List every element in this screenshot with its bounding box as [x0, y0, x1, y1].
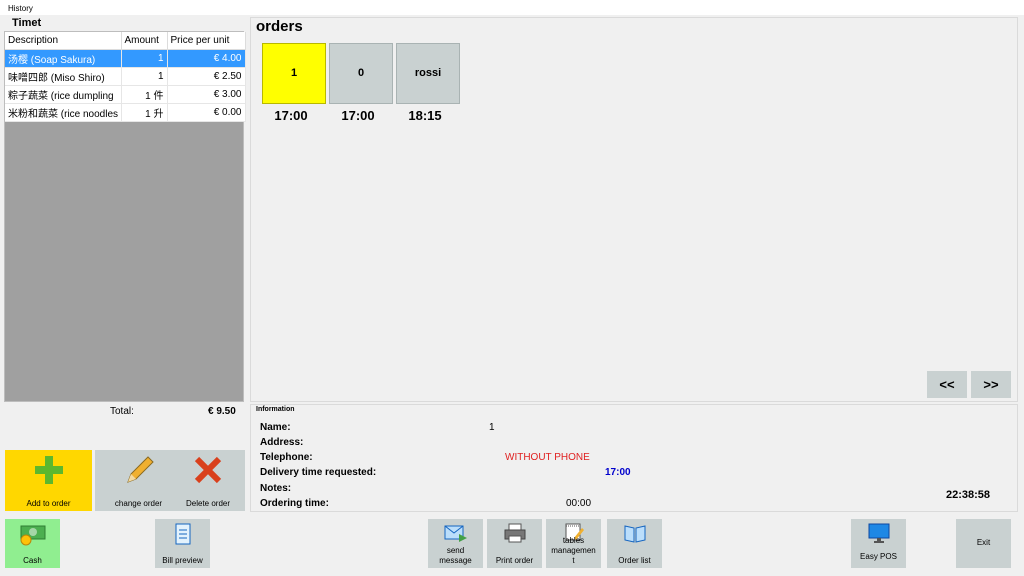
order-items-grid[interactable]: Description Amount Price per unit 汤樱 (So… [4, 31, 246, 402]
previous-page-button[interactable]: << [927, 371, 967, 398]
printer-icon [487, 522, 542, 550]
total-value: € 9.50 [208, 406, 236, 417]
ordering-time-label: Ordering time: [260, 498, 329, 509]
cash-button[interactable]: Cash [5, 519, 60, 568]
order-tile[interactable]: 0 [329, 43, 393, 104]
order-tile-time: 17:00 [341, 108, 375, 123]
column-header-description[interactable]: Description [5, 32, 122, 50]
monitor-icon [851, 522, 906, 550]
cell-description: 汤樱 (Soap Sakura) [5, 49, 122, 68]
address-label: Address: [260, 437, 304, 448]
delete-order-label: Delete order [185, 499, 231, 508]
cell-amount: 1 [121, 67, 168, 86]
next-page-button[interactable]: >> [971, 371, 1011, 398]
cell-description: 味噌四郎 (Miso Shiro) [5, 67, 122, 86]
cell-description: 粽子蔬菜 (rice dumpling [5, 85, 122, 104]
table-row[interactable]: 米粉和蔬菜 (rice noodles 1 升 € 0.00 [5, 103, 246, 122]
cell-price: € 3.00 [167, 85, 246, 104]
order-tile[interactable]: 1 [262, 43, 326, 104]
cell-amount: 1 件 [121, 85, 168, 104]
cell-price: € 2.50 [167, 67, 246, 86]
information-panel [250, 404, 1018, 512]
cell-price: € 4.00 [167, 49, 246, 68]
column-header-amount[interactable]: Amount [121, 32, 168, 50]
ordering-time-value: 00:00 [566, 498, 592, 509]
telephone-value: WITHOUT PHONE [505, 452, 590, 463]
column-header-price[interactable]: Price per unit [167, 32, 246, 50]
section-title: Timet [12, 17, 42, 29]
change-order-label: change order [114, 499, 163, 508]
delete-order-button[interactable]: Delete order [171, 450, 245, 511]
cell-description: 米粉和蔬菜 (rice noodles [5, 103, 122, 122]
bill-preview-label: Bill preview [162, 556, 203, 565]
money-icon [5, 522, 60, 552]
add-to-order-button[interactable]: Add to order [5, 450, 92, 511]
cash-label: Cash [23, 556, 42, 565]
print-order-button[interactable]: Print order [487, 519, 542, 568]
delivery-time-label: Delivery time requested: [260, 467, 377, 478]
table-header-row: Description Amount Price per unit [5, 32, 246, 50]
send-message-button[interactable]: send message [428, 519, 483, 568]
notes-label: Notes: [260, 483, 292, 494]
print-order-label: Print order [495, 556, 534, 565]
book-icon [607, 522, 662, 550]
add-to-order-label: Add to order [26, 499, 71, 508]
send-message-label: send message [439, 546, 472, 565]
tables-management-button[interactable]: tables managemen t [546, 519, 601, 568]
delivery-time-value: 17:00 [605, 467, 631, 478]
cell-amount: 1 升 [121, 103, 168, 122]
cell-price: € 0.00 [167, 103, 246, 122]
window-title: History [0, 0, 1024, 15]
orders-title: orders [256, 18, 303, 35]
easy-pos-button[interactable]: Easy POS [851, 519, 906, 568]
exit-button[interactable]: Exit [956, 519, 1011, 568]
change-order-button[interactable]: change order [95, 450, 182, 511]
order-tile[interactable]: rossi [396, 43, 460, 104]
table-row[interactable]: 粽子蔬菜 (rice dumpling 1 件 € 3.00 [5, 85, 246, 104]
order-tile-time: 18:15 [408, 108, 442, 123]
order-tile-time: 17:00 [274, 108, 308, 123]
items-table: Description Amount Price per unit 汤樱 (So… [5, 32, 246, 122]
table-row[interactable]: 味噌四郎 (Miso Shiro) 1 € 2.50 [5, 67, 246, 86]
information-title: Information [256, 406, 295, 413]
order-list-label: Order list [618, 556, 651, 565]
total-label: Total: [110, 406, 134, 417]
tables-management-label: tables managemen t [551, 536, 596, 565]
close-icon [171, 454, 245, 494]
easy-pos-label: Easy POS [860, 552, 897, 561]
name-value: 1 [489, 422, 495, 433]
telephone-label: Telephone: [260, 452, 313, 463]
name-label: Name: [260, 422, 291, 433]
receipt-icon [155, 522, 210, 552]
cell-amount: 1 [121, 49, 168, 68]
order-list-button[interactable]: Order list [607, 519, 662, 568]
clock: 22:38:58 [946, 489, 991, 501]
table-row[interactable]: 汤樱 (Soap Sakura) 1 € 4.00 [5, 49, 246, 68]
bill-preview-button[interactable]: Bill preview [155, 519, 210, 568]
exit-label: Exit [976, 538, 991, 547]
pencil-icon [95, 454, 182, 496]
plus-icon [5, 454, 92, 494]
